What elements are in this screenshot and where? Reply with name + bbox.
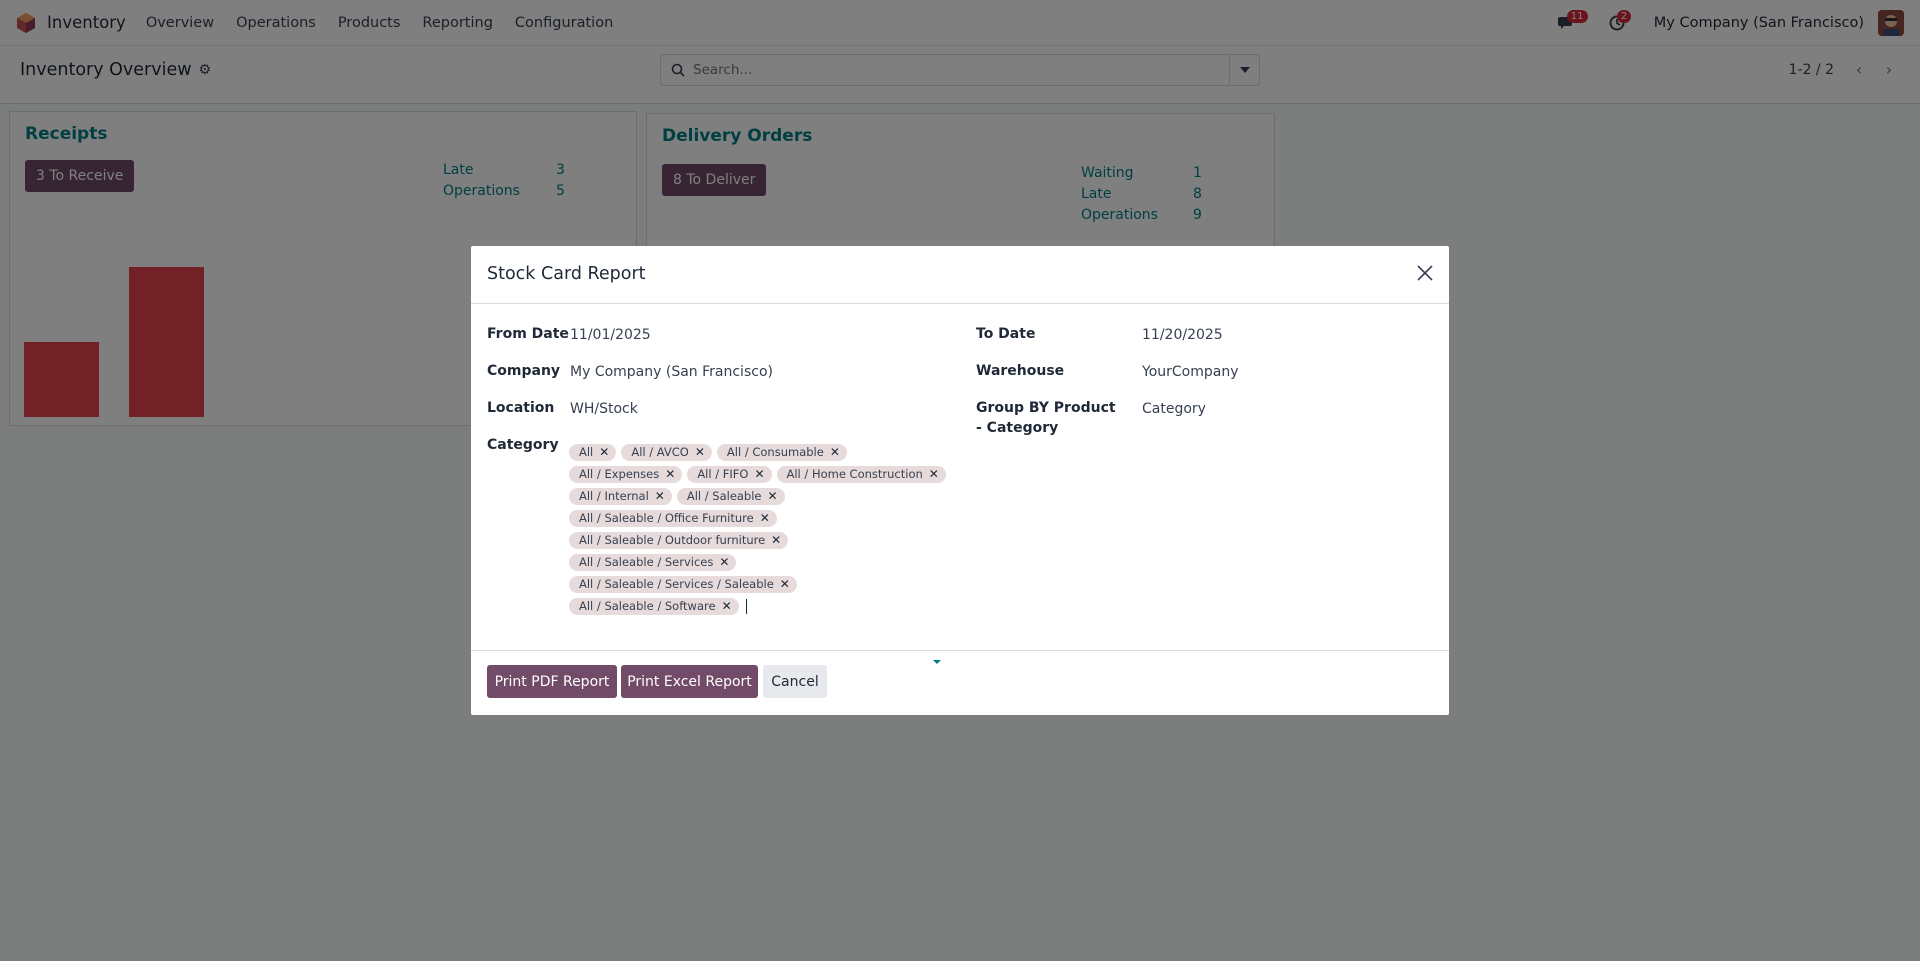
category-tag-label: All / Expenses [579,467,660,481]
category-tag-label: All / Saleable / Software [579,599,716,613]
remove-tag-icon[interactable]: ✕ [754,467,764,481]
category-tag: All / Consumable ✕ [716,443,847,461]
remove-tag-icon[interactable]: ✕ [719,555,729,569]
category-tag: All / Saleable / Software ✕ [569,597,739,615]
from-date-field[interactable]: 11/01/2025 [570,325,651,345]
remove-tag-icon[interactable]: ✕ [655,489,665,503]
category-tag-label: All / Internal [579,489,649,503]
location-field[interactable]: WH/Stock [570,399,638,419]
category-tag-row: All / Saleable / Office Furniture ✕ [569,507,949,529]
category-tag-label: All / FIFO [697,467,749,481]
remove-tag-icon[interactable]: ✕ [929,467,939,481]
category-tag-row: All / Saleable / Outdoor furniture ✕ [569,529,949,551]
category-tag: All / Expenses ✕ [569,465,683,483]
category-label: Category [487,437,559,453]
category-tag-label: All / Home Construction [786,467,923,481]
category-tag: All / Saleable / Services / Saleable ✕ [569,575,797,593]
company-label: Company [487,363,561,379]
category-tag-label: All / Saleable [686,489,762,503]
cancel-button[interactable]: Cancel [763,665,827,698]
remove-tag-icon[interactable]: ✕ [771,533,781,547]
group-by-field[interactable]: Category [1142,399,1206,419]
stock-card-report-dialog: Stock Card Report From Date 11/01/2025 T… [471,246,1449,715]
remove-tag-icon[interactable]: ✕ [780,577,790,591]
remove-tag-icon[interactable]: ✕ [599,445,609,459]
location-label: Location [487,400,555,416]
group-by-label: Group BY Product - Category [976,400,1116,436]
warehouse-label: Warehouse [976,363,1065,379]
category-tag-row: All / Expenses ✕ All / FIFO ✕ All / Home Con… [569,463,949,485]
category-tag: All / Saleable / Services ✕ [569,553,737,571]
modal-body: From Date 11/01/2025 To Date 11/20/2025 … [471,304,1449,664]
category-tag: All / FIFO ✕ [687,465,772,483]
category-tag: All / AVCO ✕ [621,443,712,461]
modal-title: Stock Card Report [487,264,646,284]
category-tag-row: All / Saleable / Services / Saleable ✕ [569,573,949,595]
warehouse-field[interactable]: YourCompany [1142,362,1239,382]
category-tag-row: All / Saleable / Services ✕ [569,551,949,573]
category-tag-label: All / Saleable / Office Furniture [579,511,754,525]
company-field[interactable]: My Company (San Francisco) [570,362,773,382]
modal-footer: Print PDF Report Print Excel Report Canc… [471,650,1449,715]
remove-tag-icon[interactable]: ✕ [722,599,732,613]
close-icon[interactable] [1415,263,1435,283]
print-pdf-report-button[interactable]: Print PDF Report [487,665,617,698]
remove-tag-icon[interactable]: ✕ [760,511,770,525]
category-tag: All / Home Construction ✕ [776,465,946,483]
category-tag-row: All ✕ All / AVCO ✕ All / Consumable ✕ [569,441,949,463]
category-tag-label: All / Saleable / Services [579,555,714,569]
category-tag-row: All / Internal ✕ All / Saleable ✕ [569,485,949,507]
category-tag-label: All / AVCO [631,445,689,459]
modal-header: Stock Card Report [471,246,1449,304]
category-tag: All ✕ [569,443,617,461]
remove-tag-icon[interactable]: ✕ [695,445,705,459]
category-tag: All / Saleable / Outdoor furniture ✕ [569,531,789,549]
category-tag: All / Internal ✕ [569,487,672,505]
remove-tag-icon[interactable]: ✕ [665,467,675,481]
remove-tag-icon[interactable]: ✕ [830,445,840,459]
remove-tag-icon[interactable]: ✕ [768,489,778,503]
category-tag-label: All / Saleable / Services / Saleable [579,577,774,591]
category-tag: All / Saleable ✕ [676,487,785,505]
category-tags-field[interactable]: All ✕ All / AVCO ✕ All / Consumable ✕ All / Ex… [569,441,949,617]
print-excel-report-button[interactable]: Print Excel Report [621,665,758,698]
category-tag-label: All / Saleable / Outdoor furniture [579,533,766,547]
category-tag: All / Saleable / Office Furniture ✕ [569,509,777,527]
category-tag-label: All / Consumable [726,445,824,459]
to-date-label: To Date [976,326,1036,342]
from-date-label: From Date [487,326,569,342]
category-tag-row: All / Saleable / Software ✕ [569,595,949,617]
category-search-input[interactable] [745,598,747,614]
to-date-field[interactable]: 11/20/2025 [1142,325,1223,345]
category-tag-label: All [579,445,594,459]
